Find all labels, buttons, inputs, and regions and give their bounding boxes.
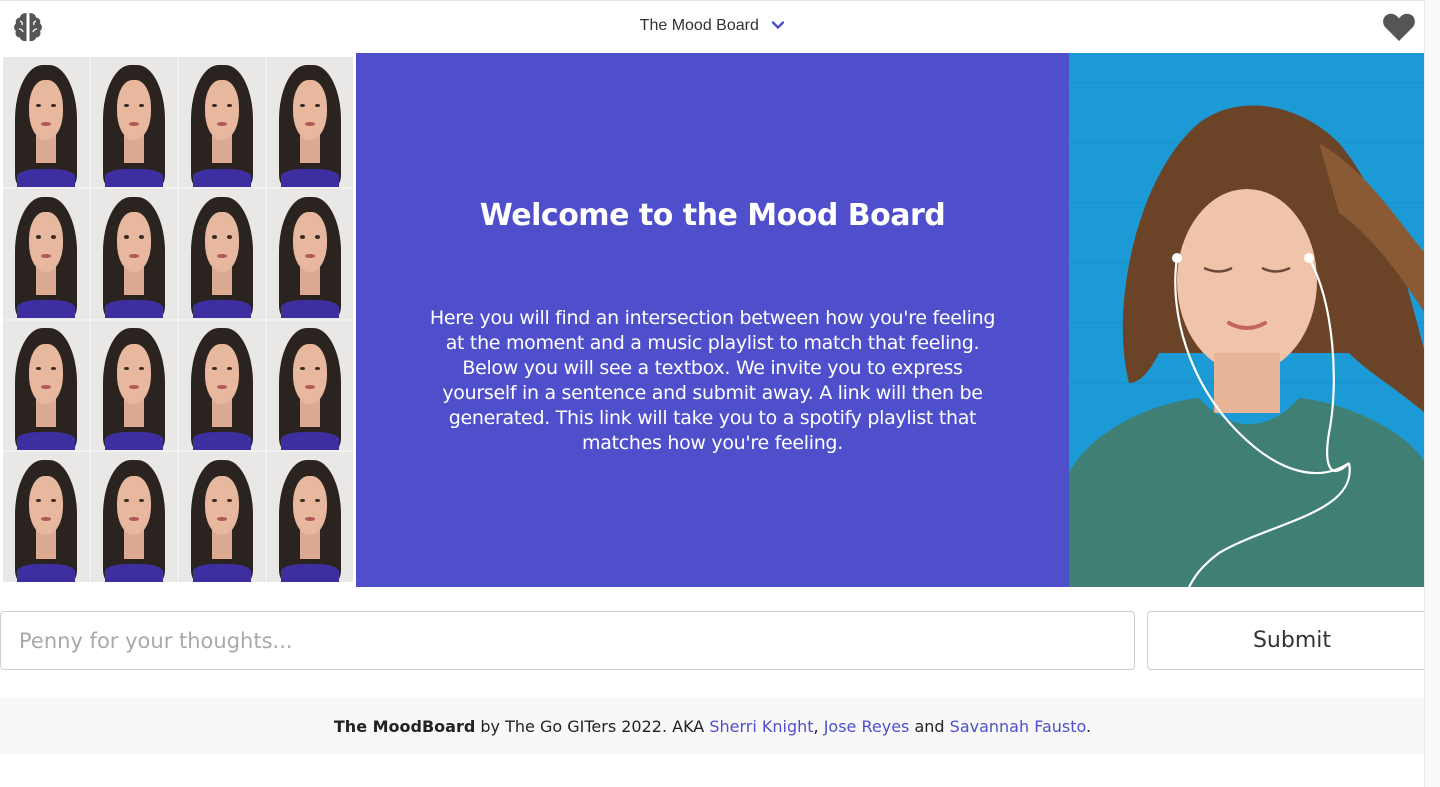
emotion-tile [267,320,353,451]
headphones-photo [1069,53,1425,587]
emotion-tile [179,452,265,582]
emotion-tile [3,320,89,451]
emotion-tile [3,188,89,319]
footer-period: . [1086,717,1092,736]
emotion-tile [3,57,89,187]
nav-title: The Mood Board [639,17,759,34]
author-link-jose-reyes[interactable]: Jose Reyes [824,717,910,736]
emotion-mosaic-image [3,57,353,582]
emotion-tile [179,188,265,319]
emotion-tile [267,57,353,187]
chevron-down-icon [771,18,785,32]
welcome-heading: Welcome to the Mood Board [479,198,946,233]
navbar: The Mood Board [0,0,1425,53]
emotion-tile [91,188,177,319]
footer-separator: and [909,717,950,736]
footer-text: by The Go GITers 2022. AKA [475,717,710,736]
emotion-tile [91,320,177,451]
page: The Mood Board Welcome to the Mood Board… [0,0,1425,787]
heart-icon[interactable] [1382,12,1416,42]
author-link-sherri-knight[interactable]: Sherri Knight [709,717,813,736]
submit-button[interactable]: Submit [1147,611,1425,670]
emotion-tile [3,452,89,582]
thoughts-input[interactable] [0,611,1135,670]
emotion-tile [91,452,177,582]
hero-section: Welcome to the Mood Board Here you will … [0,53,1425,587]
emotion-tile [179,320,265,451]
welcome-panel: Welcome to the Mood Board Here you will … [356,53,1069,587]
emotion-tile [267,188,353,319]
welcome-description: Here you will find an intersection betwe… [429,307,996,454]
author-link-savannah-fausto[interactable]: Savannah Fausto [950,717,1086,736]
emotion-tile [91,57,177,187]
nav-dropdown[interactable]: The Mood Board [0,17,1425,35]
footer-separator: , [813,717,824,736]
emotion-tile [179,57,265,187]
emotion-tile [267,452,353,582]
footer-brand: The MoodBoard [333,717,476,736]
page-scrollbar[interactable] [1424,0,1440,787]
footer: The MoodBoard by The Go GITers 2022. AKA… [0,698,1425,755]
